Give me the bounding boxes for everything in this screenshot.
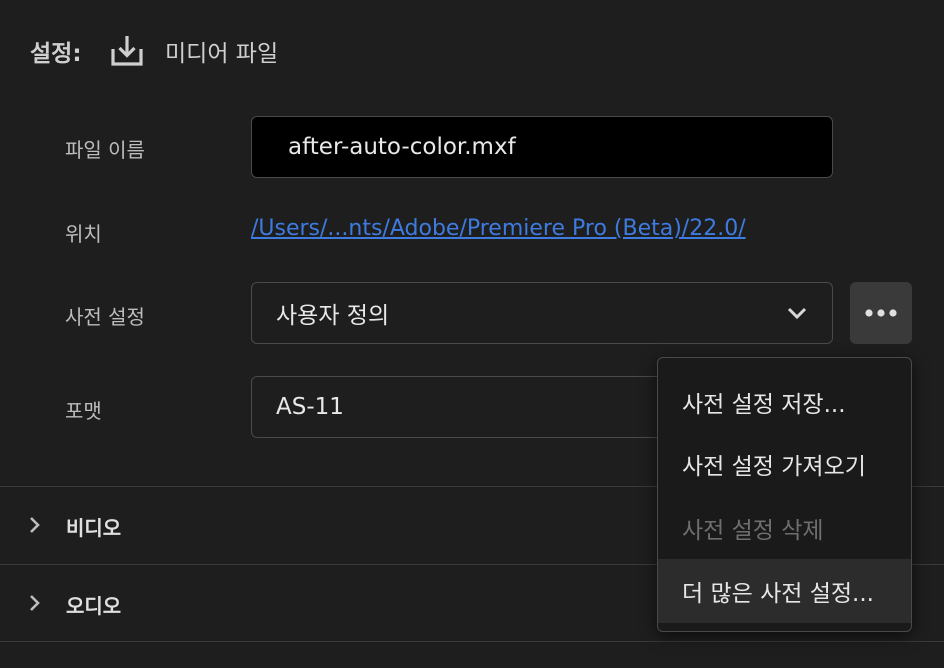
- preset-value: 사용자 정의: [276, 303, 390, 329]
- video-section-label: 비디오: [66, 516, 122, 540]
- menu-item-label: 사전 설정 가져오기: [682, 454, 866, 480]
- menu-item-save-preset[interactable]: 사전 설정 저장...: [658, 370, 911, 434]
- location-link[interactable]: /Users/...nts/Adobe/Premiere Pro (Beta)/…: [251, 216, 746, 241]
- format-label: 포맷: [65, 399, 102, 423]
- location-label: 위치: [65, 222, 102, 246]
- chevron-right-icon: [30, 517, 40, 533]
- audio-section-label: 오디오: [66, 594, 122, 618]
- filename-input[interactable]: after-auto-color.mxf: [251, 116, 833, 178]
- more-options-button[interactable]: [850, 282, 912, 344]
- menu-item-label: 더 많은 사전 설정...: [682, 581, 874, 607]
- menu-item-label: 사전 설정 삭제: [682, 518, 824, 544]
- export-target-title: 미디어 파일: [165, 41, 279, 67]
- menu-item-delete-preset: 사전 설정 삭제: [658, 496, 911, 560]
- panel-header: 설정: 미디어 파일: [0, 0, 944, 100]
- download-icon[interactable]: [110, 33, 144, 67]
- preset-label: 사전 설정: [65, 305, 145, 329]
- export-settings-panel: 설정: 미디어 파일 파일 이름 after-auto-color.mxf 위치…: [0, 0, 944, 668]
- filename-label: 파일 이름: [65, 138, 145, 162]
- preset-select[interactable]: 사용자 정의: [251, 282, 833, 344]
- more-horizontal-icon: [865, 309, 897, 317]
- chevron-right-icon: [30, 595, 40, 611]
- menu-item-more-presets[interactable]: 더 많은 사전 설정...: [658, 559, 911, 623]
- format-value: AS-11: [276, 394, 344, 420]
- menu-item-label: 사전 설정 저장...: [682, 392, 846, 418]
- chevron-down-icon: [787, 307, 807, 320]
- preset-options-menu: 사전 설정 저장... 사전 설정 가져오기 사전 설정 삭제 더 많은 사전 …: [657, 357, 912, 632]
- menu-item-import-preset[interactable]: 사전 설정 가져오기: [658, 432, 911, 496]
- filename-value: after-auto-color.mxf: [288, 134, 516, 160]
- settings-label: 설정:: [30, 41, 82, 67]
